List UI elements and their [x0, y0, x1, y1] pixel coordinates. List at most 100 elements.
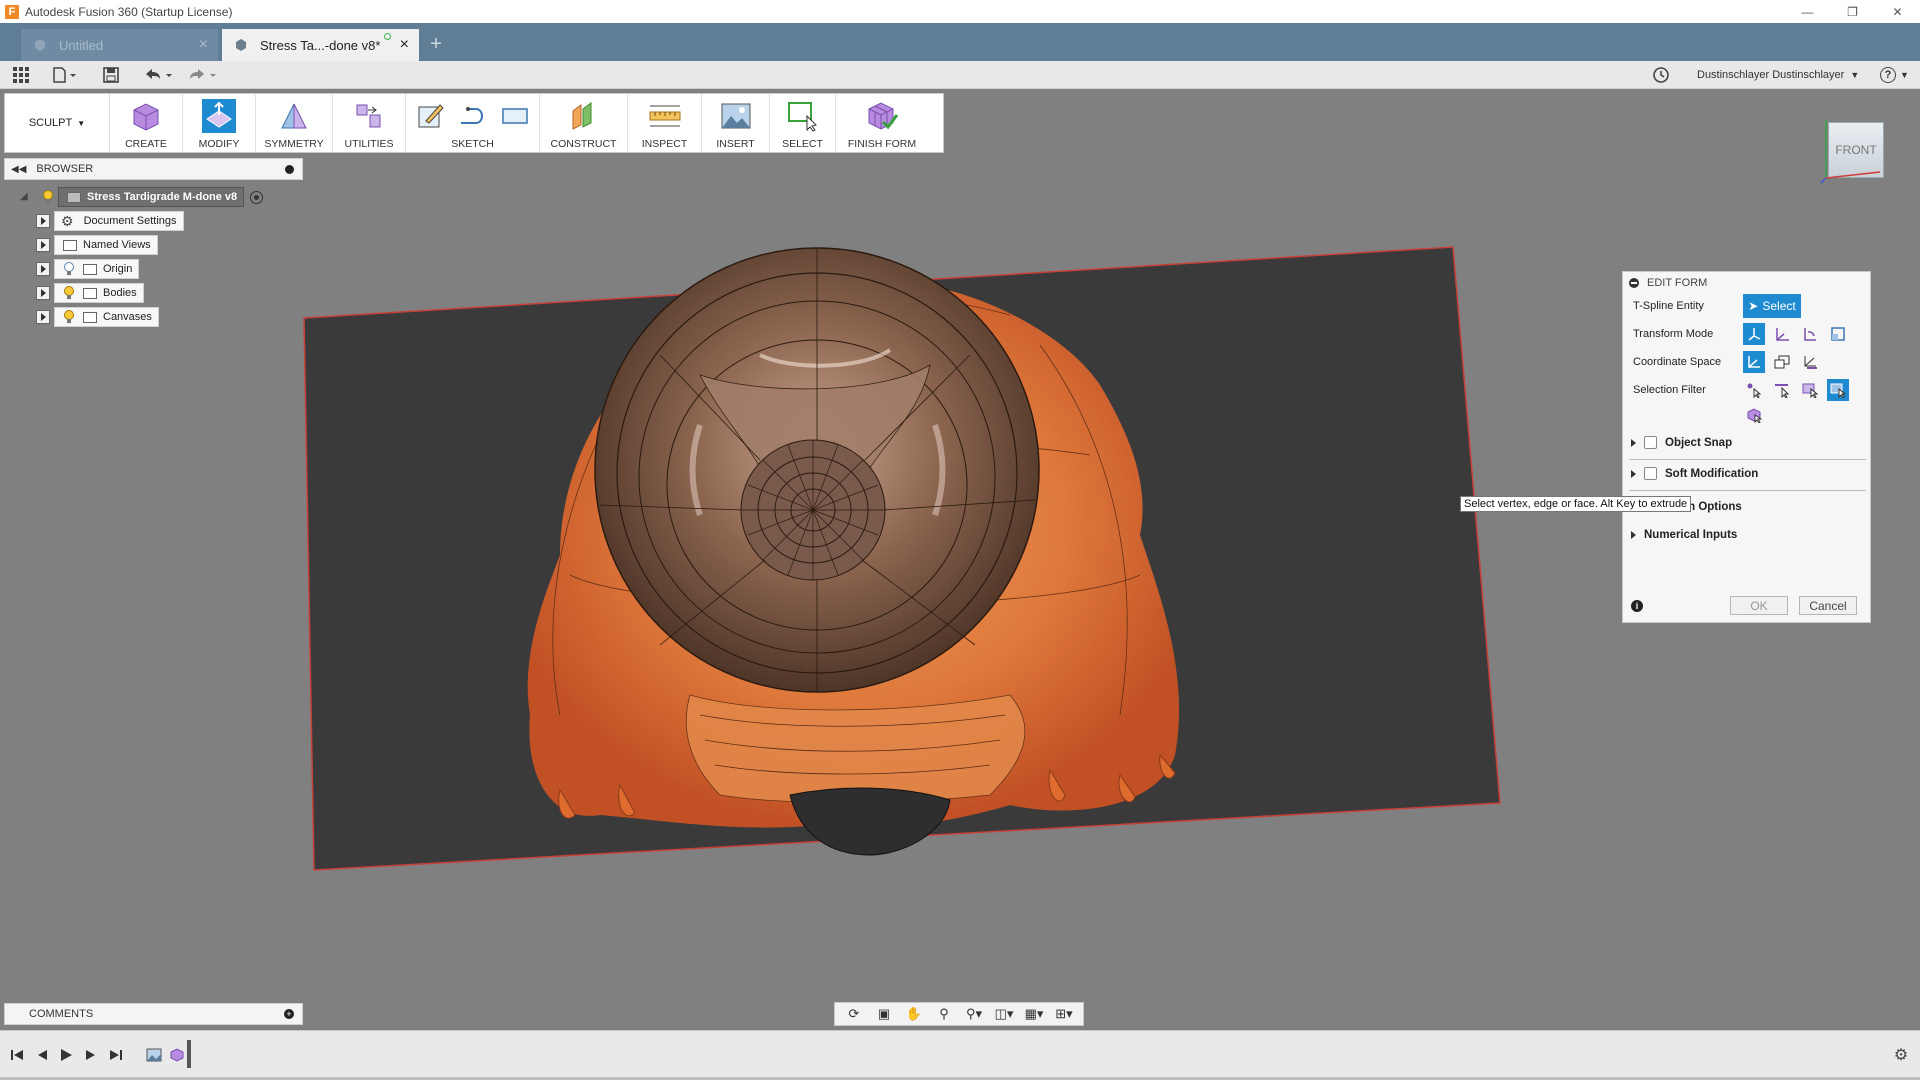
help-menu[interactable]: ? ▼: [1880, 61, 1909, 89]
undo-icon[interactable]: [142, 66, 174, 84]
symmetry-icon[interactable]: [277, 99, 311, 133]
file-menu-icon[interactable]: [52, 66, 78, 84]
collapse-triangle-icon[interactable]: ◢: [20, 191, 32, 203]
browser-item-document-settings[interactable]: ⚙ Document Settings: [36, 211, 184, 231]
display-settings-icon[interactable]: ◫▾: [994, 1005, 1014, 1023]
close-tab-icon[interactable]: ×: [199, 36, 208, 54]
comments-panel-header[interactable]: COMMENTS +: [4, 1003, 303, 1025]
tspline-box-icon[interactable]: [129, 99, 163, 133]
coordinate-view-icon[interactable]: [1771, 351, 1793, 373]
filter-body-icon[interactable]: [1827, 379, 1849, 401]
object-snap-section[interactable]: Object Snap: [1631, 436, 1732, 449]
collapse-dialog-icon[interactable]: [1629, 278, 1639, 288]
minimize-button[interactable]: —: [1785, 0, 1830, 23]
edit-form-icon[interactable]: [202, 99, 236, 133]
root-component-label[interactable]: Stress Tardigrade M-done v8: [58, 187, 245, 207]
look-at-icon[interactable]: ▣: [874, 1005, 894, 1023]
go-to-end-icon[interactable]: [107, 1046, 125, 1064]
filter-vertex-icon[interactable]: [1743, 379, 1765, 401]
browser-item-origin[interactable]: Origin: [36, 259, 140, 279]
visibility-bulb-icon[interactable]: [63, 286, 75, 300]
go-to-start-icon[interactable]: [8, 1046, 26, 1064]
data-panel-grid-icon[interactable]: [12, 66, 30, 84]
visibility-bulb-off-icon[interactable]: [63, 262, 75, 276]
browser-item-named-views[interactable]: Named Views: [36, 235, 158, 255]
sketch-menu[interactable]: SKETCH: [406, 94, 540, 152]
utilities-icon[interactable]: [352, 99, 386, 133]
create-sketch-icon[interactable]: [414, 99, 448, 133]
zoom-window-icon[interactable]: ⚲▾: [964, 1005, 984, 1023]
transform-scale-icon[interactable]: [1827, 323, 1849, 345]
ok-button[interactable]: OK: [1730, 596, 1788, 615]
coordinate-local-icon[interactable]: [1799, 351, 1821, 373]
timeline-marker[interactable]: [187, 1040, 191, 1068]
expand-triangle-icon[interactable]: [36, 262, 50, 276]
user-account-menu[interactable]: Dustinschlayer Dustinschlayer ▼: [1697, 61, 1859, 89]
symmetry-menu[interactable]: SYMMETRY: [256, 94, 333, 152]
timeline-form-feature-icon[interactable]: [168, 1046, 186, 1064]
expand-triangle-icon[interactable]: [36, 310, 50, 324]
collapse-panel-icon[interactable]: ◀◀: [11, 164, 26, 175]
expand-triangle-icon[interactable]: [1631, 531, 1636, 539]
numerical-inputs-section[interactable]: Numerical Inputs: [1631, 529, 1737, 541]
job-status-clock-icon[interactable]: [1652, 66, 1670, 84]
timeline-settings-gear-icon[interactable]: ⚙: [1892, 1046, 1910, 1064]
named-views-label[interactable]: Named Views: [54, 235, 158, 255]
soft-modification-checkbox[interactable]: [1644, 467, 1657, 480]
step-forward-icon[interactable]: [82, 1046, 100, 1064]
select-menu[interactable]: SELECT: [770, 94, 836, 152]
expand-triangle-icon[interactable]: [36, 238, 50, 252]
pin-panel-icon[interactable]: [285, 164, 294, 174]
select-window-icon[interactable]: [786, 99, 820, 133]
sketch-line-icon[interactable]: [456, 99, 490, 133]
modify-menu[interactable]: MODIFY: [183, 94, 256, 152]
close-tab-icon[interactable]: ×: [400, 36, 409, 54]
finish-form-icon[interactable]: [865, 99, 899, 133]
activate-component-icon[interactable]: [250, 190, 264, 204]
filter-edge-icon[interactable]: [1771, 379, 1793, 401]
tab-stress-tardigrade[interactable]: Stress Ta...-done v8* ×: [222, 29, 419, 61]
restore-button[interactable]: ❐: [1830, 0, 1875, 23]
visibility-bulb-icon[interactable]: [63, 310, 75, 324]
filter-face-icon[interactable]: [1799, 379, 1821, 401]
browser-panel-header[interactable]: ◀◀ BROWSER: [4, 158, 303, 180]
document-settings-label[interactable]: ⚙ Document Settings: [54, 211, 184, 231]
coordinate-world-icon[interactable]: [1743, 351, 1765, 373]
object-snap-checkbox[interactable]: [1644, 436, 1657, 449]
grid-settings-icon[interactable]: ▦▾: [1024, 1005, 1044, 1023]
add-comment-icon[interactable]: +: [284, 1009, 294, 1019]
expand-triangle-icon[interactable]: [1631, 438, 1636, 447]
create-menu[interactable]: CREATE: [110, 94, 183, 152]
measure-icon[interactable]: [648, 99, 682, 133]
bodies-label[interactable]: Bodies: [54, 283, 144, 303]
workspace-switcher[interactable]: SCULPT ▼: [5, 94, 110, 152]
browser-item-canvases[interactable]: Canvases: [36, 307, 159, 327]
expand-triangle-icon[interactable]: [36, 286, 50, 300]
timeline-canvas-feature-icon[interactable]: [145, 1046, 163, 1064]
new-tab-button[interactable]: +: [426, 34, 446, 55]
insert-menu[interactable]: INSERT: [702, 94, 770, 152]
construct-plane-icon[interactable]: [567, 99, 601, 133]
canvases-label[interactable]: Canvases: [54, 307, 159, 327]
expand-triangle-icon[interactable]: [36, 214, 50, 228]
insert-image-icon[interactable]: [719, 99, 753, 133]
select-entity-button[interactable]: ➤ Select: [1743, 294, 1801, 318]
orbit-icon[interactable]: ⟳: [844, 1005, 864, 1023]
cancel-button[interactable]: Cancel: [1799, 596, 1857, 615]
utilities-menu[interactable]: UTILITIES: [333, 94, 406, 152]
transform-rotate-icon[interactable]: [1799, 323, 1821, 345]
soft-modification-section[interactable]: Soft Modification: [1631, 467, 1758, 480]
tab-untitled[interactable]: Untitled ×: [21, 29, 218, 61]
transform-translate-icon[interactable]: [1771, 323, 1793, 345]
transform-multi-icon[interactable]: [1743, 323, 1765, 345]
zoom-icon[interactable]: ⚲: [934, 1005, 954, 1023]
sketch-rectangle-icon[interactable]: [498, 99, 532, 133]
play-icon[interactable]: [57, 1046, 75, 1064]
redo-icon[interactable]: [186, 66, 218, 84]
step-back-icon[interactable]: [33, 1046, 51, 1064]
close-window-button[interactable]: ✕: [1875, 0, 1920, 23]
construct-menu[interactable]: CONSTRUCT: [540, 94, 628, 152]
visibility-bulb-icon[interactable]: [42, 190, 54, 204]
finish-form-menu[interactable]: FINISH FORM: [836, 94, 928, 152]
filter-tspline-body-icon[interactable]: [1743, 404, 1765, 426]
